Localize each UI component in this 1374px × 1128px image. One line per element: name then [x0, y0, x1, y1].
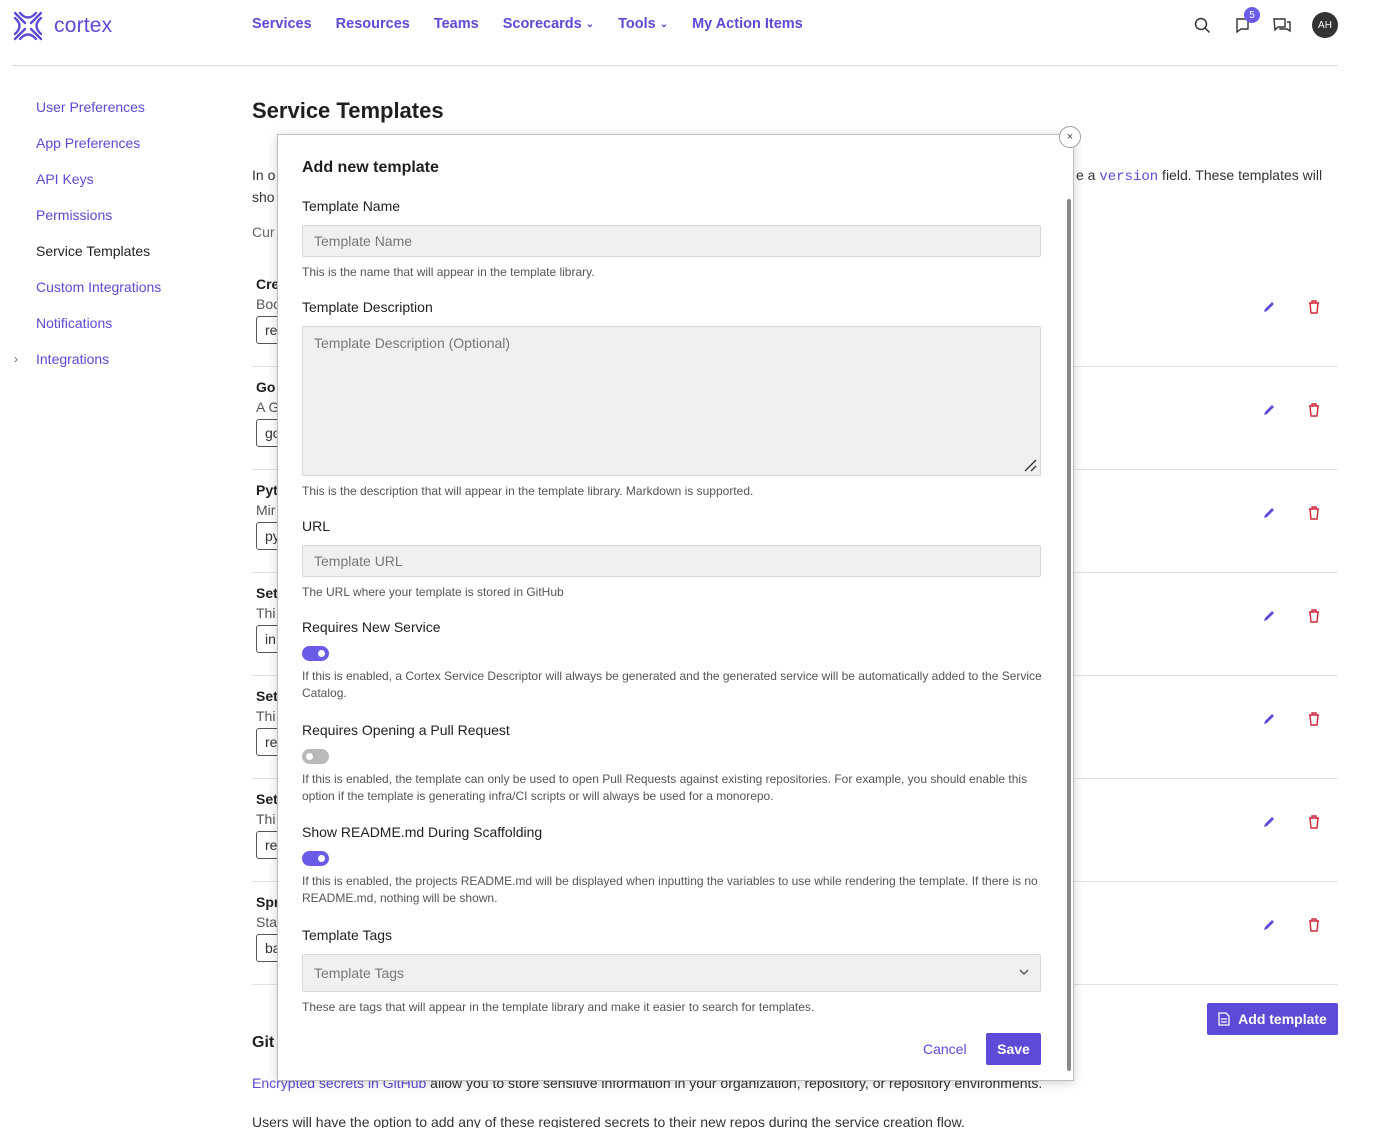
url-label: URL: [302, 518, 331, 534]
show-readme-help: If this is enabled, the projects README.…: [302, 874, 1038, 905]
template-name-input[interactable]: Template Name: [302, 225, 1041, 257]
toggle-knob: [318, 855, 325, 862]
modal-scrollbar[interactable]: [1067, 199, 1071, 1071]
template-tags-select[interactable]: Template Tags: [302, 954, 1041, 992]
requires-pr-help: If this is enabled, the template can onl…: [302, 772, 1028, 803]
toggle-knob: [306, 753, 313, 760]
template-url-input[interactable]: Template URL: [302, 545, 1041, 577]
requires-pr-label: Requires Opening a Pull Request: [302, 722, 510, 738]
save-button[interactable]: Save: [986, 1033, 1041, 1065]
toggle-knob: [318, 650, 325, 657]
template-description-label: Template Description: [302, 299, 433, 315]
template-url-help: The URL where your template is stored in…: [302, 585, 564, 599]
requires-new-service-help: If this is enabled, a Cortex Service Des…: [302, 669, 1042, 700]
requires-new-service-toggle[interactable]: [302, 646, 329, 661]
template-description-help: This is the description that will appear…: [302, 484, 754, 498]
template-name-help: This is the name that will appear in the…: [302, 265, 595, 279]
close-icon[interactable]: ×: [1059, 126, 1081, 148]
modal-title: Add new template: [302, 159, 439, 176]
cancel-button[interactable]: Cancel: [923, 1041, 967, 1057]
show-readme-toggle[interactable]: [302, 851, 329, 866]
add-template-modal: Add new template Template Name Template …: [277, 134, 1074, 1081]
template-name-label: Template Name: [302, 198, 401, 214]
template-tags-help: These are tags that will appear in the t…: [302, 1000, 815, 1014]
chevron-down-icon: [1019, 969, 1029, 975]
template-tags-placeholder: Template Tags: [314, 965, 405, 981]
requires-pr-toggle[interactable]: [302, 749, 329, 764]
resize-grip-icon[interactable]: [1023, 458, 1037, 472]
show-readme-label: Show README.md During Scaffolding: [302, 824, 543, 840]
requires-new-service-label: Requires New Service: [302, 619, 441, 635]
template-tags-label: Template Tags: [302, 927, 393, 943]
template-description-placeholder: Template Description (Optional): [314, 335, 511, 351]
template-description-textarea[interactable]: Template Description (Optional): [302, 326, 1041, 476]
